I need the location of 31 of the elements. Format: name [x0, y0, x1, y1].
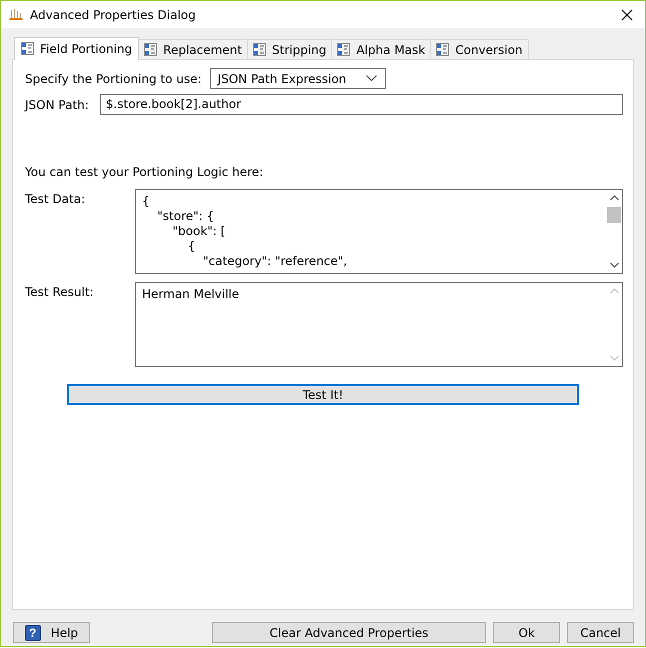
scroll-down-icon[interactable] [610, 262, 618, 268]
window-title: Advanced Properties Dialog [30, 8, 197, 22]
test-data-field[interactable]: { "store": { "book": [ { "category": "reference", [135, 189, 623, 274]
properties-icon [436, 42, 450, 56]
properties-icon [21, 42, 35, 56]
scrollbar-thumb[interactable] [607, 207, 621, 223]
ok-button[interactable]: Ok [493, 622, 560, 643]
test-button[interactable]: Test It! [67, 384, 579, 405]
help-button[interactable]: ? Help [13, 622, 90, 643]
section-label: You can test your Portioning Logic here: [25, 165, 264, 179]
tab[interactable]: Field Portioning [14, 37, 140, 60]
app-icon [8, 8, 24, 22]
field-label: JSON Path: [25, 98, 89, 112]
properties-icon [337, 42, 352, 56]
portioning-dropdown[interactable]: JSON Path Expression [210, 68, 386, 89]
properties-icon [253, 42, 267, 56]
help-icon: ? [24, 624, 41, 640]
tab[interactable]: Replacement [138, 39, 248, 59]
field-label: Test Result: [25, 284, 95, 299]
tab[interactable]: Conversion [430, 39, 529, 59]
close-icon[interactable] [621, 8, 633, 20]
cancel-button[interactable]: Cancel [567, 622, 634, 643]
tab[interactable]: Stripping [247, 39, 332, 59]
scroll-up-icon[interactable] [610, 195, 618, 201]
field-label: Specify the Portioning to use: [25, 72, 202, 86]
clear-button[interactable]: Clear Advanced Properties [212, 622, 486, 643]
field-label: Test Data: [25, 191, 86, 206]
tab[interactable]: Alpha Mask [331, 39, 432, 59]
json-path-field[interactable]: $.store.book[2].author [100, 94, 623, 115]
properties-icon [144, 42, 158, 56]
chevron-down-icon [366, 75, 377, 82]
